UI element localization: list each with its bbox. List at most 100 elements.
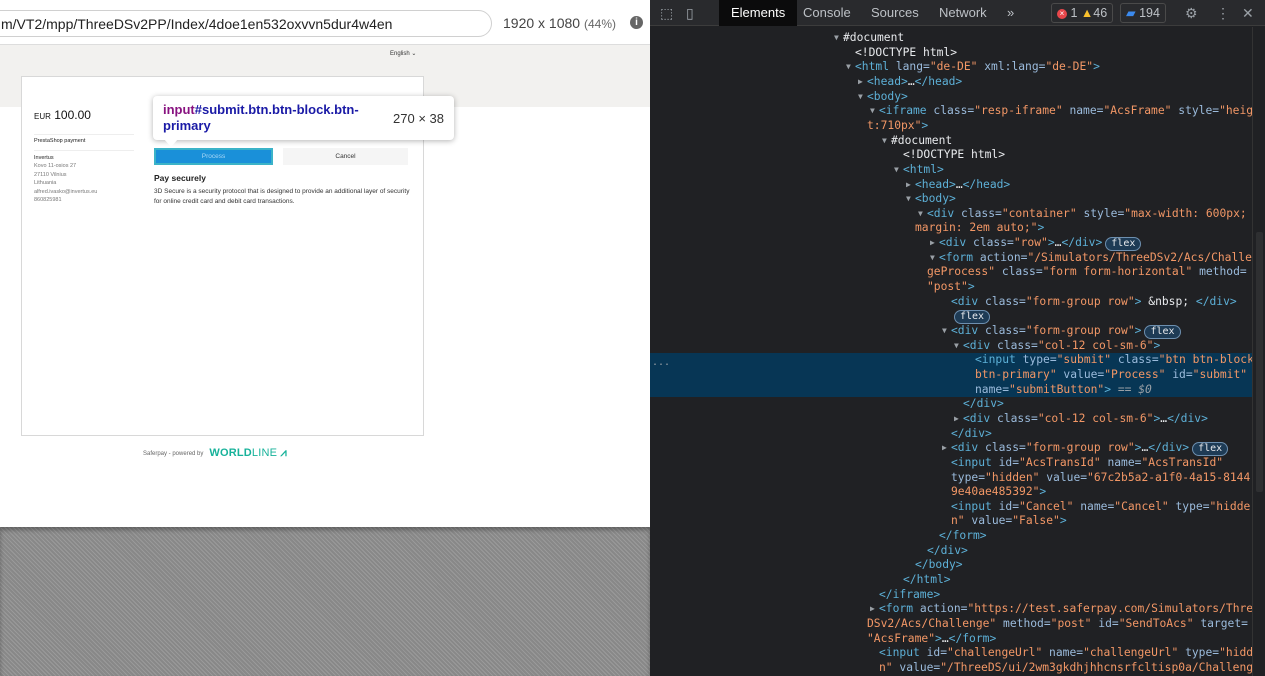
close-icon[interactable]: ✕: [1242, 5, 1254, 22]
gear-icon[interactable]: ⚙: [1185, 5, 1198, 22]
language-select[interactable]: English ⌄: [390, 50, 416, 57]
tab-console[interactable]: Console: [791, 0, 863, 26]
inspect-element-icon[interactable]: ⬚: [660, 5, 673, 22]
dom-node-line[interactable]: </div>: [650, 397, 1252, 412]
tag-token: >: [921, 118, 929, 132]
collapse-triangle-icon[interactable]: ▼: [942, 324, 947, 339]
dom-node-line[interactable]: </body>: [650, 558, 1252, 573]
tab-network[interactable]: Network: [927, 0, 999, 26]
cancel-button[interactable]: Cancel: [283, 148, 408, 165]
dom-node-line[interactable]: type="hidden" value="67c2b5a2-a1f0-4a15-…: [650, 471, 1257, 486]
collapse-triangle-icon[interactable]: ▼: [858, 90, 863, 105]
dom-node-line[interactable]: <div class="form-group row"> &nbsp; </di…: [650, 295, 1252, 310]
collapse-triangle-icon[interactable]: ▼: [918, 207, 923, 222]
kebab-menu-icon[interactable]: ⋮: [1216, 5, 1230, 22]
tag-token: <div: [939, 236, 967, 250]
attr-value-token: 9e40ae485392": [951, 485, 1040, 499]
dom-node-line[interactable]: ▶ <div class="form-group row">…</div> flex: [650, 441, 1252, 457]
attr-name-token: action=: [973, 250, 1028, 264]
flex-badge[interactable]: flex: [1105, 237, 1142, 252]
dom-node-line[interactable]: <input id="Cancel" name="Cancel" type="h…: [650, 500, 1252, 515]
attr-value-token: "container": [1001, 206, 1077, 220]
attr-value-token: "67c2b5a2-a1f0-4a15-8144-: [1087, 470, 1258, 484]
collapse-triangle-icon[interactable]: ▼: [954, 339, 959, 354]
collapse-triangle-icon[interactable]: ▼: [834, 31, 839, 46]
dom-node-line[interactable]: <input type="submit" class="btn btn-bloc…: [650, 353, 1254, 368]
dom-node-line[interactable]: ▼ <iframe class="resp-iframe" name="AcsFr…: [650, 104, 1260, 119]
dom-node-line[interactable]: </iframe>: [650, 588, 1252, 603]
dom-node-line[interactable]: <input id="AcsTransId" name="AcsTransId": [650, 456, 1252, 471]
tab-sources[interactable]: Sources: [859, 0, 931, 26]
expand-triangle-icon[interactable]: ▶: [858, 75, 863, 90]
dom-node-line[interactable]: margin: 2em auto;">: [650, 221, 1252, 236]
dom-node-line[interactable]: ▼ #document: [650, 31, 1252, 46]
dom-node-line[interactable]: 9e40ae485392">: [650, 485, 1252, 500]
selected-node-marker[interactable]: ...: [652, 357, 670, 368]
collapse-triangle-icon[interactable]: ▼: [906, 192, 911, 207]
expand-triangle-icon[interactable]: ▶: [930, 236, 935, 251]
dom-node-line[interactable]: ▼ <div class="form-group row"> flex: [650, 324, 1252, 339]
scrollbar-thumb[interactable]: [1256, 232, 1263, 492]
messages-counter[interactable]: ▰ 194: [1120, 3, 1166, 23]
dom-node-line[interactable]: <!DOCTYPE html>: [650, 46, 1252, 61]
collapse-triangle-icon[interactable]: ▼: [882, 134, 887, 149]
dom-node-line[interactable]: <input id="challengeUrl" name="challenge…: [650, 646, 1260, 661]
dom-node-line[interactable]: ▶ <form action="https://test.saferpay.com…: [650, 602, 1260, 617]
dom-node-line[interactable]: ▶ <div class="row">…</div> flex: [650, 236, 1252, 252]
dom-node-line[interactable]: ▼ <html>: [650, 163, 1252, 178]
flex-badge[interactable]: flex: [954, 310, 991, 325]
dom-node-line[interactable]: </html>: [650, 573, 1252, 588]
info-icon[interactable]: i: [630, 16, 643, 29]
dom-node-line[interactable]: </div>: [650, 544, 1252, 559]
expand-triangle-icon[interactable]: ▶: [906, 178, 911, 193]
collapse-triangle-icon[interactable]: ▼: [870, 104, 875, 119]
dom-node-line[interactable]: </div>: [650, 427, 1252, 442]
flex-badge[interactable]: flex: [1144, 325, 1181, 339]
dom-node-line[interactable]: <!DOCTYPE html>: [650, 148, 1252, 163]
dom-node-line[interactable]: "AcsFrame">…</form>: [650, 632, 1252, 647]
dom-node-line[interactable]: "post">: [650, 280, 1252, 295]
dom-node-line[interactable]: ▶ <div class="col-12 col-sm-6">…</div>: [650, 412, 1252, 427]
dom-node-line[interactable]: ▼ <form action="/Simulators/ThreeDSv2/Acs…: [650, 250, 1259, 266]
dom-node-line[interactable]: ▼ <div class="col-12 col-sm-6">: [650, 339, 1252, 354]
expand-triangle-icon[interactable]: ▶: [870, 602, 875, 617]
process-button[interactable]: Process: [154, 148, 273, 165]
dom-node-line[interactable]: geProcess" class="form form-horizontal" …: [650, 265, 1252, 280]
dom-node-line[interactable]: </form>: [650, 529, 1252, 544]
tag-token: </div>: [1148, 441, 1190, 455]
device-toolbar-icon[interactable]: ▯: [686, 5, 694, 22]
dom-node-line[interactable]: ▼ <html lang="de-DE" xml:lang="de-DE">: [650, 60, 1252, 75]
dom-node-line[interactable]: name="submitButton"> == $0: [650, 382, 1252, 398]
tab-elements[interactable]: Elements: [719, 0, 798, 26]
url-bar[interactable]: m/VT2/mpp/ThreeDSv2PP/Index/4doe1en532ox…: [0, 10, 492, 37]
dom-node-line[interactable]: ▼ #document: [650, 134, 1252, 149]
collapse-triangle-icon[interactable]: ▼: [930, 251, 935, 266]
collapse-triangle-icon[interactable]: ▼: [846, 60, 851, 75]
flex-badge[interactable]: flex: [1192, 442, 1229, 457]
issues-counter[interactable]: × 1 ▲46: [1051, 3, 1114, 23]
expand-triangle-icon[interactable]: ▶: [954, 412, 959, 427]
attr-value-token: "btn btn-block: [1158, 353, 1254, 367]
dom-node-line[interactable]: t:710px">: [650, 119, 1252, 134]
dom-node-line[interactable]: ▶ <head>…</head>: [650, 178, 1252, 193]
devtools-panel: ⬚ ▯ Elements Console Sources Network » ×…: [650, 0, 1265, 676]
dom-node-line[interactable]: n" value="/ThreeDS/ui/2wm3gkdhjhhcnsrfcl…: [650, 661, 1253, 676]
dom-node-line[interactable]: btn-primary" value="Process" id="submit": [650, 367, 1252, 383]
dom-node-line[interactable]: DSv2/Acs/Challenge" method="post" id="Se…: [650, 617, 1252, 632]
message-count: 194: [1139, 6, 1160, 20]
more-tabs-button[interactable]: »: [995, 0, 1026, 26]
attr-value-token: "AcsFrame": [1103, 104, 1172, 118]
dom-node-line[interactable]: ▼ <body>: [650, 90, 1252, 105]
text-token: …: [955, 177, 963, 191]
scrollbar[interactable]: [1252, 27, 1265, 676]
dom-node-line[interactable]: n" value="False">: [650, 514, 1252, 529]
attr-value-token: "form-group row": [1025, 324, 1135, 337]
dom-node-line[interactable]: ▼ <body>: [650, 192, 1252, 207]
dom-node-line[interactable]: flex: [650, 309, 1252, 325]
dom-node-line[interactable]: ▼ <div class="container" style="max-width…: [650, 207, 1252, 222]
collapse-triangle-icon[interactable]: ▼: [894, 163, 899, 178]
attr-name-token: method=: [1192, 265, 1247, 279]
divider: [34, 150, 134, 151]
expand-triangle-icon[interactable]: ▶: [942, 441, 947, 456]
dom-node-line[interactable]: ▶ <head>…</head>: [650, 75, 1252, 90]
